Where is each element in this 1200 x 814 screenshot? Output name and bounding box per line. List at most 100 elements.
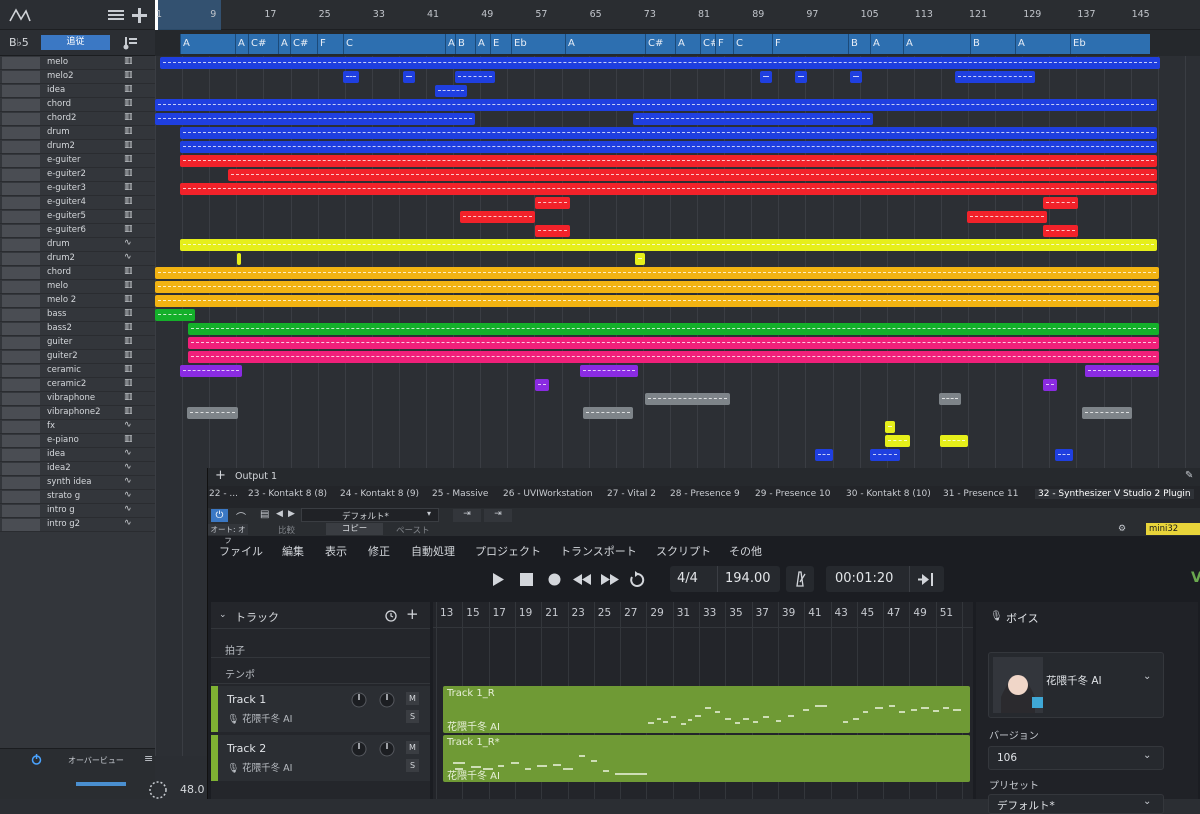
track-name[interactable]: melo: [47, 57, 68, 67]
event-clip[interactable]: [535, 197, 570, 209]
plugin-tab[interactable]: 28 - Presence 9: [670, 489, 740, 499]
track-row[interactable]: chord ▥: [0, 98, 155, 112]
track-name[interactable]: melo2: [47, 71, 73, 81]
time-signature[interactable]: 4/4: [677, 566, 698, 592]
track-name[interactable]: intro g2: [47, 519, 80, 529]
preset-select[interactable]: デフォルト* ▾: [301, 508, 439, 522]
event-clip[interactable]: [967, 211, 1047, 223]
chord-event[interactable]: B: [848, 34, 870, 54]
menu-transport[interactable]: トランスポート: [560, 543, 637, 559]
power-icon[interactable]: [31, 754, 42, 765]
add-output-icon[interactable]: +: [215, 468, 226, 483]
menu-view[interactable]: 表示: [325, 543, 347, 559]
track-color-swatch[interactable]: [2, 477, 40, 489]
track-row[interactable]: e-guiter5 ▥: [0, 210, 155, 224]
event-clip[interactable]: [155, 113, 475, 125]
plugin-tab[interactable]: 25 - Massive: [432, 489, 488, 499]
fast-forward-icon[interactable]: [600, 573, 620, 586]
track-color-swatch[interactable]: [2, 379, 40, 391]
track-name[interactable]: e-guiter5: [47, 211, 86, 221]
track-row[interactable]: chord ▥: [0, 266, 155, 280]
track-name[interactable]: guiter: [47, 337, 72, 347]
plugin-tab[interactable]: 30 - Kontakt 8 (10): [846, 489, 931, 499]
track-name[interactable]: idea: [47, 449, 65, 459]
track-row[interactable]: idea2 ∿: [0, 462, 155, 476]
menu-auto[interactable]: 自動処理: [411, 543, 455, 559]
sv-track-row[interactable]: Track 2 🎙 花隈千冬 AI M S: [211, 735, 430, 781]
gear-icon[interactable]: ⚙: [1118, 524, 1126, 534]
track-row[interactable]: drum ∿: [0, 238, 155, 252]
track-color-swatch[interactable]: [2, 239, 40, 251]
routing-in-icon[interactable]: ⇥: [453, 509, 481, 522]
menu-other[interactable]: その他: [729, 543, 762, 559]
prev-preset-icon[interactable]: ◀: [276, 509, 283, 519]
plugin-tab[interactable]: 26 - UVIWorkstation: [503, 489, 593, 499]
track-row[interactable]: bass ▥: [0, 308, 155, 322]
track-name[interactable]: chord2: [47, 113, 76, 123]
chord-event[interactable]: A: [903, 34, 970, 54]
preset-voice-select[interactable]: デフォルト* ⌄: [988, 794, 1164, 814]
go-to-start-icon[interactable]: [918, 573, 934, 586]
clock-icon[interactable]: [385, 610, 397, 622]
power-button[interactable]: ⏻: [211, 509, 228, 522]
event-clip[interactable]: [155, 295, 1159, 307]
track-name[interactable]: vibraphone2: [47, 407, 101, 417]
plugin-tab-active[interactable]: 32 - Synthesizer V Studio 2 Plugin: [1035, 489, 1194, 499]
event-clip[interactable]: [155, 309, 195, 321]
event-clip[interactable]: [160, 57, 1160, 69]
chord-event[interactable]: A: [235, 34, 248, 54]
track-color-swatch[interactable]: [2, 57, 40, 69]
event-clip[interactable]: [1082, 407, 1132, 419]
track-name[interactable]: guiter2: [47, 351, 78, 361]
track-name[interactable]: synth idea: [47, 477, 91, 487]
chord-event[interactable]: A: [675, 34, 700, 54]
track-row[interactable]: idea ∿: [0, 448, 155, 462]
solo-button[interactable]: S: [406, 759, 419, 772]
event-clip[interactable]: [435, 85, 467, 97]
chord-event[interactable]: F: [715, 34, 733, 54]
key-root[interactable]: B♭5: [9, 36, 29, 49]
track-color-swatch[interactable]: [2, 183, 40, 195]
event-clip[interactable]: [1043, 225, 1078, 237]
track-row[interactable]: e-guiter2 ▥: [0, 168, 155, 182]
track-name[interactable]: chord: [47, 267, 71, 277]
track-row[interactable]: melo ▥: [0, 56, 155, 70]
volume-knob-icon[interactable]: [351, 692, 367, 708]
volume-knob-icon[interactable]: [351, 741, 367, 757]
track-name[interactable]: strato g: [47, 491, 80, 501]
event-clip[interactable]: [180, 365, 242, 377]
track-row[interactable]: vibraphone ▥: [0, 392, 155, 406]
track-row[interactable]: melo 2 ▥: [0, 294, 155, 308]
auto-off-button[interactable]: オート: オフ: [208, 524, 248, 545]
track-row[interactable]: e-guiter ▥: [0, 154, 155, 168]
chord-event[interactable]: A: [565, 34, 645, 54]
chord-event[interactable]: A: [475, 34, 490, 54]
track-color-swatch[interactable]: [2, 421, 40, 433]
event-clip[interactable]: [180, 127, 1157, 139]
event-clip[interactable]: [795, 71, 807, 83]
track-row[interactable]: melo ▥: [0, 280, 155, 294]
chord-event[interactable]: Eb: [1070, 34, 1150, 54]
track-row[interactable]: ceramic ▥: [0, 364, 155, 378]
track-name[interactable]: e-guiter3: [47, 183, 86, 193]
track-name[interactable]: Track 2: [227, 742, 266, 755]
track-color-swatch[interactable]: [2, 449, 40, 461]
time-display[interactable]: 00:01:20: [826, 566, 944, 592]
track-color-swatch[interactable]: [2, 225, 40, 237]
track-color-swatch[interactable]: [2, 211, 40, 223]
event-clip[interactable]: [870, 449, 900, 461]
timeline-ruler[interactable]: 1 9 17 25 33 41 49 57 65 73 81 89 97 105 113 121 129 137 1…: [155, 0, 1200, 30]
event-clip[interactable]: [188, 337, 1159, 349]
track-name[interactable]: e-guiter6: [47, 225, 86, 235]
pin-icon[interactable]: ✎: [1185, 470, 1193, 481]
event-clip[interactable]: [635, 253, 645, 265]
event-clip[interactable]: [1085, 365, 1159, 377]
track-row[interactable]: e-guiter4 ▥: [0, 196, 155, 210]
event-clip[interactable]: [180, 141, 1157, 153]
track-color-swatch[interactable]: [2, 169, 40, 181]
chord-event[interactable]: C#: [290, 34, 317, 54]
metronome-button[interactable]: [786, 566, 814, 592]
chord-event[interactable]: C#: [700, 34, 718, 54]
plugin-tab[interactable]: 24 - Kontakt 8 (9): [340, 489, 419, 499]
event-clip[interactable]: [180, 239, 1157, 251]
